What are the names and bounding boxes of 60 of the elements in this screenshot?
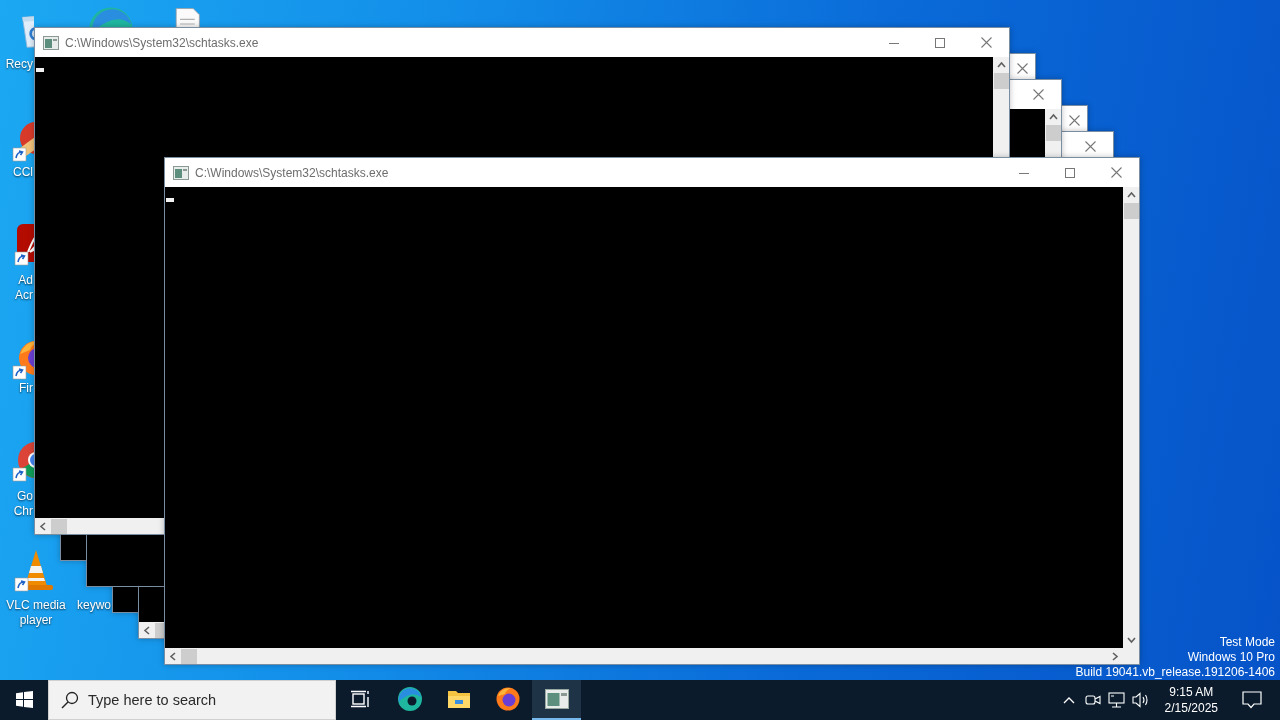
clock[interactable]: 9:15 AM 2/15/2025 bbox=[1156, 680, 1226, 720]
scroll-left-icon[interactable] bbox=[142, 625, 152, 635]
scroll-right-icon[interactable] bbox=[1110, 651, 1120, 661]
desktop-icon-label[interactable]: Fir bbox=[0, 381, 33, 396]
scroll-down-icon[interactable] bbox=[1126, 635, 1136, 645]
desktop-icon-label[interactable]: Go Chr bbox=[0, 489, 33, 519]
search-field[interactable]: Type here to search bbox=[48, 680, 336, 720]
scrollbar-thumb[interactable] bbox=[993, 73, 1009, 89]
clock-time: 9:15 AM bbox=[1169, 684, 1214, 700]
scrollbar-thumb[interactable] bbox=[181, 648, 197, 664]
console-app-icon bbox=[43, 35, 59, 50]
scroll-up-icon[interactable] bbox=[1048, 112, 1058, 122]
clock-date: 2/15/2025 bbox=[1164, 700, 1218, 716]
horizontal-scrollbar[interactable] bbox=[35, 518, 165, 534]
desktop-icon-label[interactable]: VLC media player bbox=[0, 598, 72, 628]
close-icon bbox=[1110, 167, 1122, 178]
horizontal-scrollbar[interactable] bbox=[165, 648, 1123, 664]
vertical-scrollbar[interactable] bbox=[993, 57, 1009, 157]
speaker-icon bbox=[1131, 692, 1150, 708]
scrollbar-thumb[interactable] bbox=[51, 518, 67, 534]
close-icon bbox=[1032, 89, 1044, 100]
scrollbar-thumb[interactable] bbox=[1045, 125, 1061, 141]
horizontal-scrollbar[interactable] bbox=[139, 622, 165, 638]
window-title: C:\Windows\System32\schtasks.exe bbox=[195, 165, 389, 180]
chevron-up-icon bbox=[1062, 696, 1075, 704]
close-icon bbox=[1016, 63, 1028, 74]
search-icon bbox=[61, 691, 79, 709]
desktop-icon-label[interactable]: Recy bbox=[0, 57, 33, 72]
close-icon bbox=[1068, 115, 1080, 126]
desktop-icon-label[interactable]: Ad Acr bbox=[0, 273, 33, 303]
browser-icon bbox=[396, 686, 423, 712]
desktop-icon-label[interactable]: keywo bbox=[74, 598, 111, 613]
desktop-icon-label[interactable]: CCl bbox=[0, 165, 33, 180]
network-icon bbox=[1107, 692, 1126, 708]
folder-icon bbox=[446, 688, 471, 710]
system-info-text: Test Mode bbox=[1219, 635, 1275, 650]
system-info-text: Windows 10 Pro bbox=[1187, 650, 1275, 665]
close-icon bbox=[1084, 141, 1096, 152]
scroll-up-icon[interactable] bbox=[996, 60, 1006, 70]
task-view-icon bbox=[350, 690, 371, 708]
console-app-icon bbox=[544, 689, 569, 709]
scroll-left-icon[interactable] bbox=[168, 651, 178, 661]
system-info-text: Build 19041.vb_release.191206-1406 bbox=[1075, 665, 1275, 680]
vertical-scrollbar[interactable] bbox=[1123, 187, 1139, 648]
window-title: C:\Windows\System32\schtasks.exe bbox=[65, 35, 259, 50]
maximize-icon bbox=[1065, 167, 1075, 178]
windows-logo-icon bbox=[15, 690, 33, 708]
scroll-left-icon[interactable] bbox=[38, 521, 48, 531]
firefox-icon bbox=[494, 686, 521, 712]
taskbar-button[interactable] bbox=[532, 680, 581, 720]
scrollbar-thumb[interactable] bbox=[155, 622, 165, 638]
speech-bubble-icon bbox=[1242, 691, 1262, 709]
console-app-icon bbox=[173, 165, 189, 180]
close-icon bbox=[980, 37, 992, 48]
vertical-scrollbar[interactable] bbox=[1045, 109, 1061, 157]
scrollbar-thumb[interactable] bbox=[1123, 203, 1139, 219]
scroll-up-icon[interactable] bbox=[1126, 190, 1136, 200]
camera-icon bbox=[1084, 693, 1101, 707]
maximize-icon bbox=[935, 37, 945, 48]
pdf-reader-icon[interactable] bbox=[14, 222, 34, 266]
